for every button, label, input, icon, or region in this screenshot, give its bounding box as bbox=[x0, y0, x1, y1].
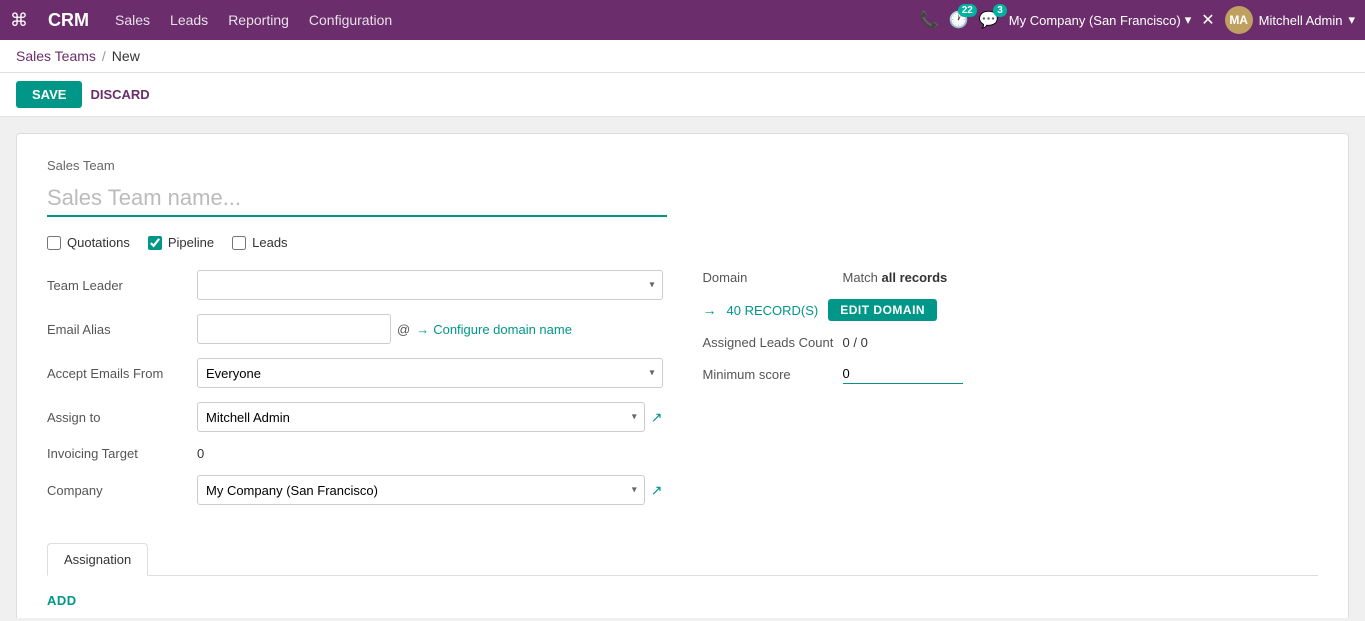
pipeline-checkbox[interactable] bbox=[148, 236, 162, 250]
email-at-symbol: @ bbox=[397, 322, 410, 337]
minimum-score-input[interactable] bbox=[843, 364, 963, 384]
assigned-leads-value: 0 / 0 bbox=[843, 335, 868, 350]
team-leader-row: Team Leader ▾ bbox=[47, 270, 663, 300]
grid-icon[interactable]: ⌘ bbox=[10, 10, 28, 31]
form-right-column: Domain Match all records → 40 RECORD(S) … bbox=[703, 270, 1319, 519]
invoicing-target-value: 0 bbox=[197, 446, 204, 461]
assign-to-select-wrapper: Mitchell Admin ▾ bbox=[197, 402, 645, 432]
breadcrumb-separator: / bbox=[102, 48, 106, 64]
accept-emails-label: Accept Emails From bbox=[47, 366, 197, 381]
leads-checkbox[interactable] bbox=[232, 236, 246, 250]
company-external-icon[interactable]: ↗ bbox=[651, 482, 663, 499]
breadcrumb-parent[interactable]: Sales Teams bbox=[16, 48, 96, 64]
quotations-checkbox-label[interactable]: Quotations bbox=[47, 235, 130, 250]
company-selector[interactable]: My Company (San Francisco) ▾ bbox=[1009, 12, 1191, 28]
top-navigation: ⌘ CRM Sales Leads Reporting Configuratio… bbox=[0, 0, 1365, 40]
accept-emails-row: Accept Emails From Everyone Authenticate… bbox=[47, 358, 663, 388]
pipeline-label: Pipeline bbox=[168, 235, 214, 250]
company-chevron-icon: ▾ bbox=[1185, 12, 1192, 28]
email-alias-label: Email Alias bbox=[47, 322, 197, 337]
phone-icon[interactable]: 📞 bbox=[919, 10, 939, 30]
avatar: MA bbox=[1225, 6, 1253, 34]
invoicing-target-label: Invoicing Target bbox=[47, 446, 197, 461]
company-select-wrapper: My Company (San Francisco) ▾ bbox=[197, 475, 645, 505]
form-card: Sales Team Quotations Pipeline Leads Tea… bbox=[16, 133, 1349, 618]
domain-row: Domain Match all records bbox=[703, 270, 1319, 285]
quotations-checkbox[interactable] bbox=[47, 236, 61, 250]
assign-to-select[interactable]: Mitchell Admin bbox=[197, 402, 645, 432]
chat-badge: 3 bbox=[993, 4, 1007, 17]
nav-actions: 📞 🕐 22 💬 3 My Company (San Francisco) ▾ … bbox=[919, 6, 1355, 34]
domain-match-text: Match all records bbox=[843, 270, 948, 285]
assigned-leads-row: Assigned Leads Count 0 / 0 bbox=[703, 335, 1319, 350]
clock-icon[interactable]: 🕐 22 bbox=[949, 10, 969, 30]
nav-reporting[interactable]: Reporting bbox=[228, 12, 289, 28]
section-title: Sales Team bbox=[47, 158, 1318, 173]
minimum-score-label: Minimum score bbox=[703, 367, 843, 382]
arrow-right-icon: → bbox=[416, 322, 429, 337]
assign-to-label: Assign to bbox=[47, 410, 197, 425]
invoicing-target-row: Invoicing Target 0 bbox=[47, 446, 663, 461]
company-select[interactable]: My Company (San Francisco) bbox=[197, 475, 645, 505]
company-label: Company bbox=[47, 483, 197, 498]
user-menu[interactable]: MA Mitchell Admin ▾ bbox=[1225, 6, 1355, 34]
form-toolbar: SAVE DISCARD bbox=[0, 73, 1365, 117]
main-content: Sales Team Quotations Pipeline Leads Tea… bbox=[0, 117, 1365, 618]
team-leader-label: Team Leader bbox=[47, 278, 197, 293]
email-alias-input[interactable] bbox=[197, 314, 391, 344]
brand-logo: CRM bbox=[48, 10, 89, 31]
accept-emails-select[interactable]: Everyone Authenticated Users Followers o… bbox=[197, 358, 663, 388]
add-button[interactable]: ADD bbox=[47, 593, 77, 608]
records-arrow-icon: → bbox=[703, 302, 717, 318]
add-section: ADD bbox=[47, 576, 1318, 618]
team-name-input[interactable] bbox=[47, 181, 667, 217]
company-row: Company My Company (San Francisco) ▾ ↗ bbox=[47, 475, 663, 505]
clock-badge: 22 bbox=[958, 4, 977, 17]
team-leader-select[interactable] bbox=[197, 270, 663, 300]
records-row: → 40 RECORD(S) EDIT DOMAIN bbox=[703, 299, 1319, 321]
email-alias-row: Email Alias @ → Configure domain name bbox=[47, 314, 663, 344]
nav-sales[interactable]: Sales bbox=[115, 12, 150, 28]
feature-checkboxes: Quotations Pipeline Leads bbox=[47, 235, 1318, 250]
tabs-bar: Assignation bbox=[47, 543, 1318, 576]
pipeline-checkbox-label[interactable]: Pipeline bbox=[148, 235, 214, 250]
leads-label: Leads bbox=[252, 235, 287, 250]
domain-label: Domain bbox=[703, 270, 843, 285]
team-leader-select-wrapper: ▾ bbox=[197, 270, 663, 300]
save-button[interactable]: SAVE bbox=[16, 81, 82, 108]
user-name: Mitchell Admin bbox=[1259, 13, 1343, 28]
assign-to-row: Assign to Mitchell Admin ▾ ↗ bbox=[47, 402, 663, 432]
user-chevron-icon: ▾ bbox=[1348, 12, 1355, 28]
edit-domain-button[interactable]: EDIT DOMAIN bbox=[828, 299, 937, 321]
assigned-leads-label: Assigned Leads Count bbox=[703, 335, 843, 350]
chat-icon[interactable]: 💬 3 bbox=[979, 10, 999, 30]
configure-domain-link[interactable]: → Configure domain name bbox=[416, 322, 572, 337]
accept-emails-select-wrapper: Everyone Authenticated Users Followers o… bbox=[197, 358, 663, 388]
tab-assignation[interactable]: Assignation bbox=[47, 543, 148, 576]
leads-checkbox-label[interactable]: Leads bbox=[232, 235, 287, 250]
records-count-link[interactable]: 40 RECORD(S) bbox=[727, 303, 819, 318]
nav-configuration[interactable]: Configuration bbox=[309, 12, 392, 28]
discard-button[interactable]: DISCARD bbox=[90, 87, 149, 102]
configure-domain-text: Configure domain name bbox=[433, 322, 572, 337]
nav-links: Sales Leads Reporting Configuration bbox=[115, 12, 903, 28]
form-left-column: Team Leader ▾ Email Alias bbox=[47, 270, 663, 519]
close-icon[interactable]: ✕ bbox=[1201, 10, 1214, 30]
breadcrumb: Sales Teams / New bbox=[0, 40, 1365, 73]
nav-leads[interactable]: Leads bbox=[170, 12, 208, 28]
breadcrumb-current: New bbox=[112, 48, 140, 64]
assign-to-external-icon[interactable]: ↗ bbox=[651, 409, 663, 426]
quotations-label: Quotations bbox=[67, 235, 130, 250]
minimum-score-row: Minimum score bbox=[703, 364, 1319, 384]
company-name: My Company (San Francisco) bbox=[1009, 13, 1181, 28]
form-columns: Team Leader ▾ Email Alias bbox=[47, 270, 1318, 519]
